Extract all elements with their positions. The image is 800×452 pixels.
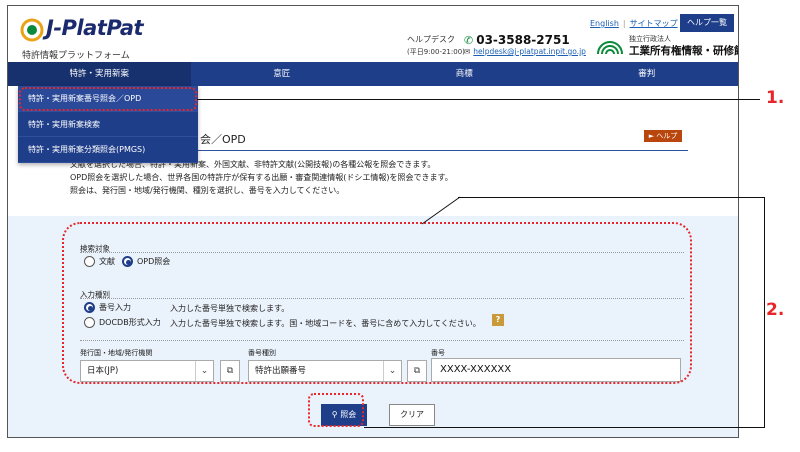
- help-button[interactable]: ► ヘルプ: [644, 130, 682, 142]
- annotation-line-2c: [364, 427, 765, 428]
- nav-appeal[interactable]: 審判: [556, 62, 739, 86]
- clear-button[interactable]: クリア: [389, 404, 435, 426]
- menu-item-patent-search[interactable]: 特許・実用新案検索: [18, 112, 198, 138]
- annotation-number-2: 2.: [766, 300, 784, 320]
- annotation-line-2a: [458, 197, 764, 198]
- sitemap-link[interactable]: サイトマップ: [630, 19, 678, 28]
- annotation-line-1: [197, 99, 760, 100]
- helpdesk-hours: (平日9:00-21:00): [407, 47, 465, 57]
- helpdesk-phone: ✆03-3588-2751: [464, 33, 570, 47]
- logo-subtitle: 特許情報プラットフォーム: [22, 48, 130, 61]
- nav-patent[interactable]: 特許・実用新案: [8, 62, 191, 86]
- mail-icon: ✉: [464, 47, 470, 56]
- page-title: 会／OPD: [200, 131, 246, 147]
- helpdesk-label: ヘルプデスク: [407, 34, 455, 45]
- logo-text: J-PlatPat: [46, 16, 143, 40]
- nav-design[interactable]: 意匠: [191, 62, 374, 86]
- help-list-button[interactable]: ヘルプ一覧: [680, 14, 734, 32]
- org-name: 工業所有権情報・研修館: [629, 43, 739, 58]
- annotation-box-search: [308, 393, 364, 427]
- annotation-connector: [420, 196, 462, 226]
- page-description: 文献を選択した場合、特許・実用新案、外国文献、非特許文献(公開技報)の各種公報を…: [70, 158, 453, 197]
- nav-trademark[interactable]: 商標: [373, 62, 556, 86]
- inpit-mark-icon: [595, 36, 625, 56]
- link-separator: |: [623, 19, 626, 28]
- phone-icon: ✆: [464, 34, 473, 47]
- annotation-line-2b: [764, 197, 765, 428]
- main-nav: 特許・実用新案 意匠 商標 審判: [8, 62, 738, 86]
- annotation-box-2: [62, 222, 692, 384]
- annotation-number-1: 1.: [766, 88, 784, 108]
- phone-number: 03-3588-2751: [476, 33, 569, 47]
- english-link[interactable]: English: [590, 19, 619, 28]
- helpdesk-email[interactable]: ✉helpdesk@j-platpat.inpit.go.jp: [464, 47, 586, 56]
- desc-line: OPD照会を選択した場合、世界各国の特許庁が保有する出願・審査関連情報(ドシエ情…: [70, 171, 453, 184]
- logo-mark-icon: [20, 18, 44, 42]
- top-links: English | サイトマップ: [590, 18, 678, 29]
- menu-item-classification[interactable]: 特許・実用新案分類照会(PMGS): [18, 137, 198, 163]
- email-address[interactable]: helpdesk@j-platpat.inpit.go.jp: [473, 47, 586, 56]
- annotation-box-1: [19, 87, 197, 111]
- desc-line: 照会は、発行国・地域/発行機関、種別を選択し、番号を入力してください。: [70, 184, 453, 197]
